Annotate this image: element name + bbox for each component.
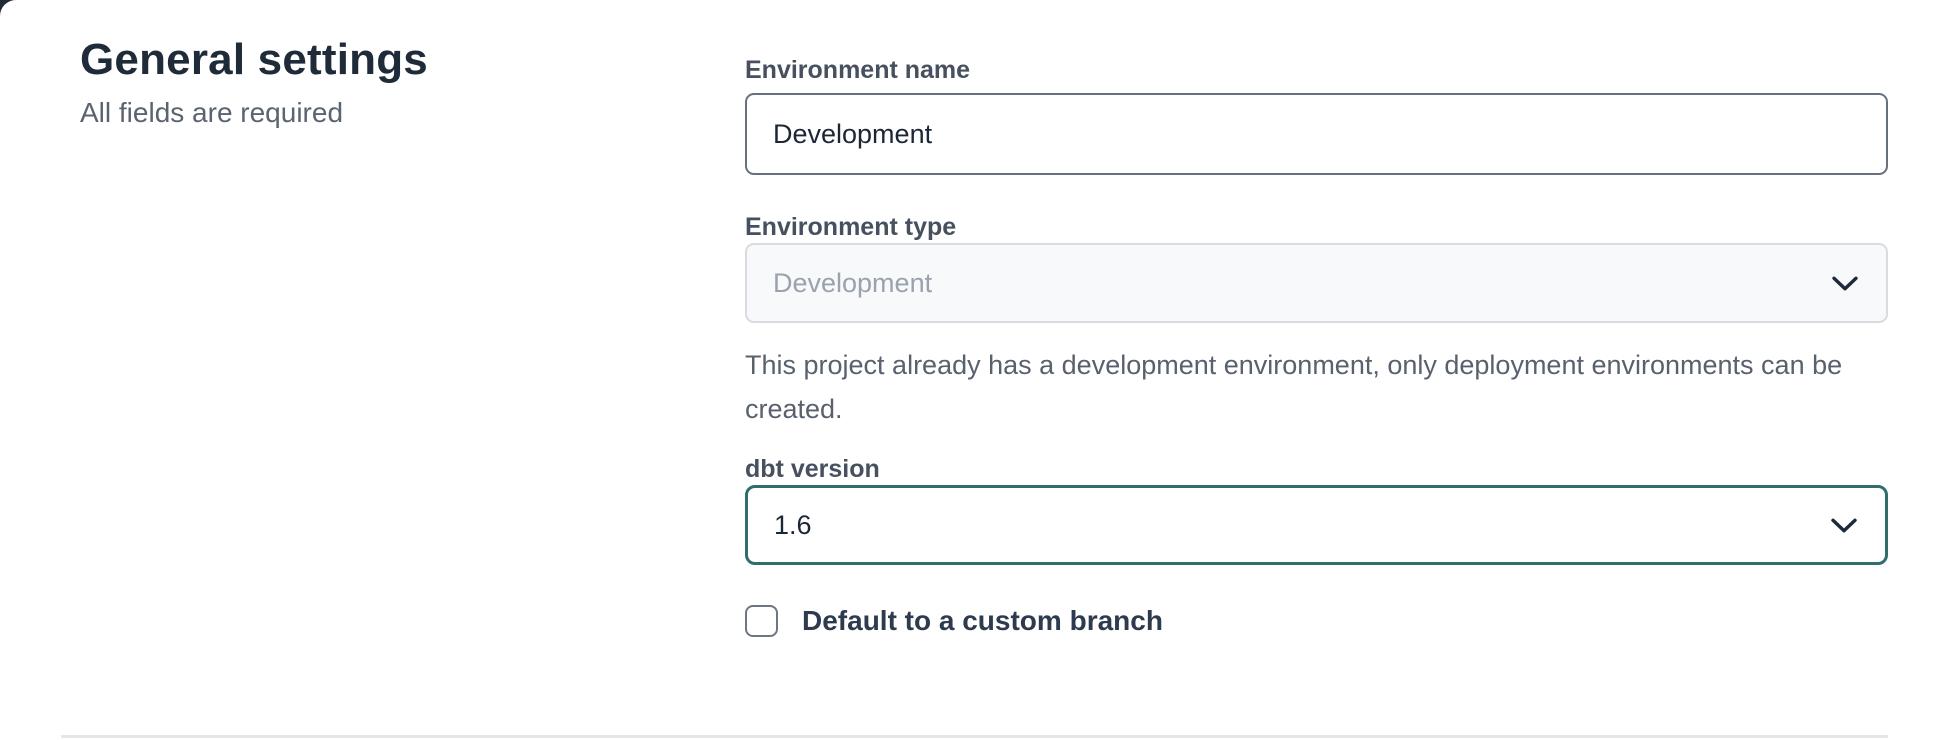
page-title: General settings [80,34,640,86]
chevron-down-icon [1832,276,1858,292]
environment-type-value: Development [773,268,932,299]
page-subtitle: All fields are required [80,96,640,130]
chevron-down-icon [1831,518,1857,534]
dbt-version-select[interactable]: 1.6 [745,485,1888,565]
general-settings-form: Environment name Environment type Develo… [745,55,1888,637]
custom-branch-checkbox[interactable] [745,605,778,637]
custom-branch-row: Default to a custom branch [745,605,1888,637]
dbt-version-label: dbt version [745,454,1888,484]
section-intro: General settings All fields are required [80,34,640,130]
environment-settings-page: General settings All fields are required… [0,0,1958,740]
environment-name-label: Environment name [745,55,1888,85]
environment-type-select[interactable]: Development [745,243,1888,323]
environment-type-label: Environment type [745,212,1888,242]
environment-type-helper: This project already has a development e… [745,343,1888,431]
card-rounded-corner [0,0,80,60]
helper-line: created. [745,387,1888,431]
environment-name-input[interactable] [745,93,1888,175]
helper-line: This project already has a development e… [745,343,1888,387]
section-divider [61,735,1888,738]
custom-branch-label[interactable]: Default to a custom branch [802,605,1163,637]
dbt-version-value: 1.6 [774,510,812,541]
